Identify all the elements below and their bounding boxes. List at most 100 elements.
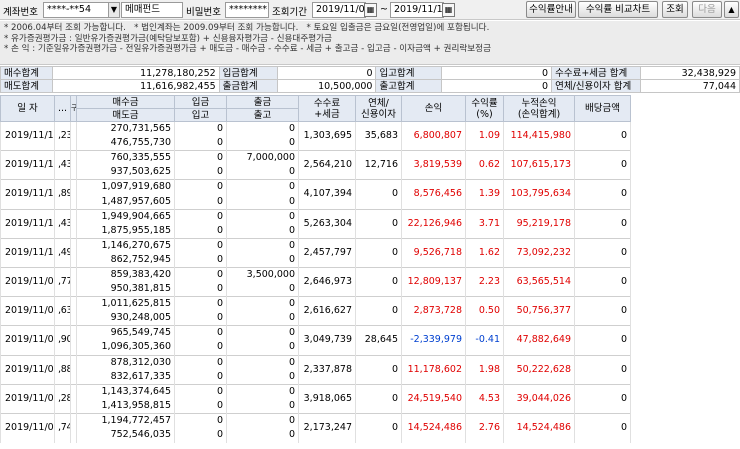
cell-pnl: 14,524,486 (401, 412, 466, 443)
date-to-field[interactable]: 2019/11/15 (390, 2, 444, 18)
cell-ship: 0 (226, 282, 299, 297)
collapse-up-icon[interactable]: ▲ (724, 1, 739, 18)
cell-pnl: 2,873,728 (401, 296, 466, 326)
cell-sell: 1,413,958,815 (76, 398, 175, 414)
query-button[interactable]: 조회 (662, 1, 688, 18)
withdraw-total-label: 출금합계 (218, 79, 278, 93)
col-fee-header[interactable]: 수수료 +세금 (298, 95, 356, 122)
password-field[interactable]: ******** (225, 2, 269, 18)
cell-buy: 878,312,030 (76, 354, 175, 370)
next-button[interactable]: 다음 (692, 1, 722, 18)
cell-withdraw: 0 (226, 354, 299, 370)
table-row[interactable]: 2019/11/04,284 (1,143,374,645003,918,065… (0, 383, 631, 414)
compare-chart-button[interactable]: 수익률 비교차트 (578, 1, 658, 18)
cell-rate: 0.62 (465, 150, 504, 180)
cell-withdraw: 0 (226, 179, 299, 195)
cell-rate: 3.71 (465, 208, 504, 239)
col-ship-header[interactable]: 출고 (226, 108, 299, 122)
cell-receive: 0 (174, 398, 227, 414)
cell-ship: 0 (226, 223, 299, 239)
col-sell-header[interactable]: 매도금 (76, 108, 175, 122)
cell-fee: 2,646,973 (298, 266, 356, 297)
cell-date: 2019/11/07 (0, 296, 55, 326)
note-line-2: * 유가증권평가금 : 일반유가증권평가금(예탁담보포함) + 신용융자평가금 … (4, 33, 332, 44)
table-row[interactable]: 2019/11/11,490 (1,146,270,675002,457,797… (0, 237, 631, 268)
col-cumulative-header[interactable]: 누적손익 (손익합계) (503, 95, 575, 122)
cell-buy: 760,335,555 (76, 150, 175, 166)
cell-cumulative: 107,615,173 (503, 150, 575, 180)
col-buy-header[interactable]: 매수금 (76, 95, 175, 109)
cell-ship: 0 (226, 340, 299, 355)
cell-ship: 0 (226, 427, 299, 443)
cell-dividend: 0 (574, 296, 631, 326)
cell-receive: 0 (174, 252, 227, 268)
col-dividend-header[interactable]: 배당금액 (574, 95, 631, 122)
cell-interest: 0 (355, 412, 402, 443)
cell-interest: 12,716 (355, 150, 402, 180)
table-row[interactable]: 2019/11/05,886 5878,312,030002,337,87801… (0, 354, 631, 385)
cell-deposit: 0 (174, 383, 227, 399)
cell-truncated: ,892 5 (54, 179, 71, 210)
note-line-3: * 손 익 : 기준일유가증권평가금 - 전일유가증권평가금 + 매도금 - 매… (4, 44, 491, 54)
cell-withdraw: 0 (226, 296, 299, 312)
rate-header-line-1: 수익률 (471, 97, 498, 109)
cell-rate: -0.41 (465, 325, 504, 355)
cell-receive: 0 (174, 427, 227, 443)
cell-cumulative: 14,524,486 (503, 412, 575, 443)
table-row[interactable]: 2019/11/08,772 5859,383,42003,500,0002,6… (0, 266, 631, 297)
cell-date: 2019/11/05 (0, 354, 55, 385)
table-row[interactable]: 2019/11/06,907 5965,549,745003,049,73928… (0, 325, 631, 355)
col-receive-header[interactable]: 입고 (174, 108, 227, 122)
daily-pnl-grid[interactable]: 일 자 ... 구분 매수금 입금 출금 수수료+세금 연체/신용이자 손익 수… (0, 95, 740, 449)
col-date-header[interactable]: 일 자 (0, 95, 55, 122)
cell-truncated: ,772 5 (54, 266, 71, 297)
cell-cumulative: 50,756,377 (503, 296, 575, 326)
cell-sell: 930,248,005 (76, 311, 175, 326)
note-saturday: * 토요일 입출금은 금요일(전영업일)에 포함됩니다. (306, 23, 490, 33)
col-interest-header[interactable]: 연체/신용이자 (355, 95, 402, 122)
return-guide-button[interactable]: 수익률안내 (526, 1, 576, 18)
cell-truncated: ,490 ( (54, 237, 71, 268)
calendar-to-icon[interactable]: ▦ (442, 3, 455, 17)
cell-date: 2019/11/08 (0, 266, 55, 297)
cell-fee: 1,303,695 (298, 120, 356, 151)
deposit-total-label: 입금합계 (218, 66, 278, 80)
col-dots-header[interactable]: ... (54, 95, 71, 122)
cell-date: 2019/11/13 (0, 179, 55, 210)
cell-ship: 0 (226, 398, 299, 414)
col-rate-header[interactable]: 수익률 (%) (465, 95, 504, 122)
table-row[interactable]: 2019/11/01,744 51,194,772,457002,173,247… (0, 412, 631, 443)
cell-buy: 859,383,420 (76, 266, 175, 283)
cell-fee: 4,107,394 (298, 179, 356, 210)
cell-receive: 0 (174, 165, 227, 180)
cell-cumulative: 47,882,649 (503, 325, 575, 355)
cell-receive: 0 (174, 311, 227, 326)
fee-header-line-2: +세금 (314, 108, 340, 120)
col-pnl-header[interactable]: 손익 (401, 95, 466, 122)
calendar-from-icon[interactable]: ▦ (364, 3, 377, 17)
cell-buy: 1,194,772,457 (76, 412, 175, 428)
table-row[interactable]: 2019/11/13,892 51,097,919,680004,107,394… (0, 179, 631, 210)
table-row[interactable]: 2019/11/07,635 (1,011,625,815002,616,627… (0, 296, 631, 326)
date-from-field[interactable]: 2019/11/01 (312, 2, 366, 18)
sell-total-label: 매도합계 (0, 79, 53, 93)
cell-buy: 270,731,565 (76, 121, 175, 137)
rate-header-line-2: (%) (476, 108, 493, 120)
cell-receive: 0 (174, 136, 227, 151)
account-dropdown-icon[interactable]: ▼ (108, 2, 120, 18)
cell-fee: 3,049,739 (298, 325, 356, 355)
cell-deposit: 0 (174, 179, 227, 195)
cell-cumulative: 95,219,178 (503, 208, 575, 239)
cell-cumulative: 114,415,980 (503, 120, 575, 151)
account-number-field[interactable]: ****-**54 (43, 2, 109, 18)
table-row[interactable]: 2019/11/15,238 (270,731,565001,303,69535… (0, 120, 631, 151)
cell-date: 2019/11/14 (0, 150, 55, 180)
table-row[interactable]: 2019/11/14,431 (760,335,55507,000,0002,5… (0, 150, 631, 180)
table-row[interactable]: 2019/11/12,436 (1,949,904,665005,263,304… (0, 208, 631, 239)
col-deposit-header[interactable]: 입금 (174, 95, 227, 109)
cell-dividend: 0 (574, 120, 631, 151)
cell-rate: 1.09 (465, 120, 504, 151)
cell-receive: 0 (174, 340, 227, 355)
col-withdraw-header[interactable]: 출금 (226, 95, 299, 109)
cell-withdraw: 0 (226, 383, 299, 399)
